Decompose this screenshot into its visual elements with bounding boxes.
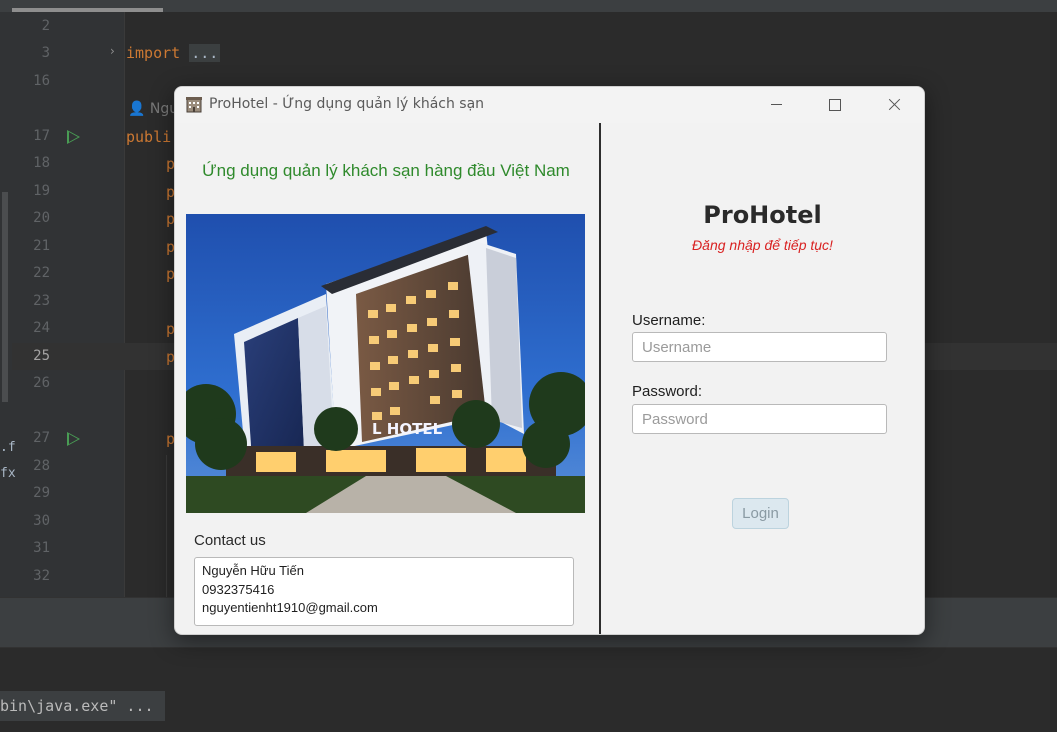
folded-imports[interactable]: ... xyxy=(189,44,221,62)
panel-divider xyxy=(599,123,601,634)
window-title: ProHotel - Ứng dụng quản lý khách sạn xyxy=(209,96,485,112)
login-subtitle: Đăng nhập để tiếp tục! xyxy=(692,237,833,253)
line-number: 27 xyxy=(33,430,50,446)
hotel-photo: L HOTEL xyxy=(186,214,585,513)
line-number: 23 xyxy=(33,293,50,309)
code-public-fragment: publi xyxy=(126,128,172,146)
line-number: 30 xyxy=(33,513,50,529)
contact-name: Nguyễn Hữu Tiến xyxy=(202,563,304,578)
maximize-icon xyxy=(829,99,841,111)
login-button[interactable]: Login xyxy=(732,498,789,529)
prohotel-window: ProHotel - Ứng dụng quản lý khách sạn Ứn… xyxy=(174,86,925,635)
run-class-icon[interactable] xyxy=(67,130,80,144)
hotel-sign: L HOTEL xyxy=(372,420,443,438)
line-number: 19 xyxy=(33,183,50,199)
line-number: 18 xyxy=(33,155,50,171)
minimize-icon xyxy=(771,104,782,105)
contact-phone: 0932375416 xyxy=(202,582,275,597)
user-icon: 👤 xyxy=(128,101,146,117)
line-number: 31 xyxy=(33,540,50,556)
close-button[interactable] xyxy=(871,91,917,119)
line-number: 16 xyxy=(33,73,50,89)
run-panel-toolbar xyxy=(0,647,1057,692)
username-input[interactable] xyxy=(632,332,887,362)
line-number: 26 xyxy=(33,375,50,391)
project-tree-fragment: fx xyxy=(0,466,16,481)
project-tree-fragment: .f xyxy=(0,440,16,455)
line-number: 21 xyxy=(33,238,50,254)
line-number: 29 xyxy=(33,485,50,501)
line-number: 32 xyxy=(33,568,50,584)
indent-guide xyxy=(166,455,167,597)
line-number: 24 xyxy=(33,320,50,336)
username-label: Username: xyxy=(632,312,706,329)
window-titlebar[interactable]: ProHotel - Ứng dụng quản lý khách sạn xyxy=(175,87,924,123)
run-method-icon[interactable] xyxy=(67,432,80,446)
line-number: 17 xyxy=(33,128,50,144)
author-inlay-hint: 👤 Ngu xyxy=(128,101,178,117)
app-tagline: Ứng dụng quản lý khách sạn hàng đầu Việt… xyxy=(202,161,570,180)
password-input[interactable] xyxy=(632,404,887,434)
console-text: bin\java.exe" ... xyxy=(0,697,154,715)
fold-chevron-icon[interactable]: › xyxy=(110,44,115,58)
brand-title: ProHotel xyxy=(703,201,822,229)
line-number: 2 xyxy=(41,18,50,34)
contact-info-box[interactable]: Nguyễn Hữu Tiến 0932375416 nguyentienht1… xyxy=(194,557,574,626)
line-number: 3 xyxy=(41,45,50,61)
import-statement: import ... xyxy=(126,44,221,62)
contact-email: nguyentienht1910@gmail.com xyxy=(202,600,378,615)
line-number: 28 xyxy=(33,458,50,474)
line-number: 22 xyxy=(33,265,50,281)
contact-us-label: Contact us xyxy=(194,532,266,549)
line-number: 20 xyxy=(33,210,50,226)
line-number-current: 25 xyxy=(33,348,50,364)
hotel-building-icon xyxy=(186,97,202,113)
password-label: Password: xyxy=(632,383,703,400)
tool-strip-scroll-thumb[interactable] xyxy=(2,192,8,402)
maximize-button[interactable] xyxy=(812,91,858,119)
left-tool-strip xyxy=(0,12,12,597)
import-keyword: import xyxy=(126,44,181,62)
minimize-button[interactable] xyxy=(754,91,800,119)
